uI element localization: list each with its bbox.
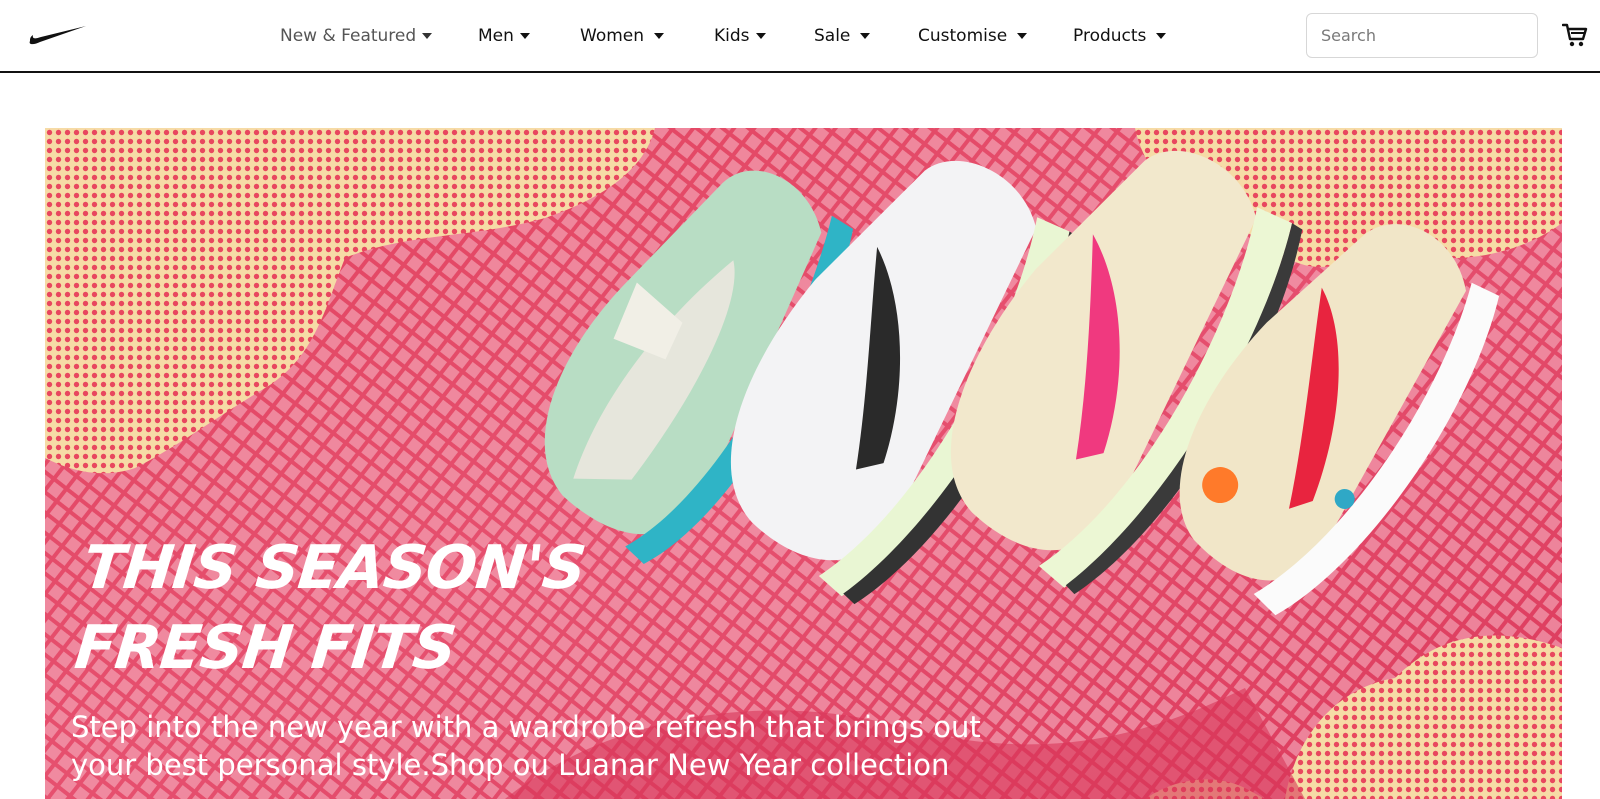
caret-down-icon [1156,33,1167,39]
nav-item-sale[interactable]: Sale [814,24,871,48]
nav-item-label: Customise [918,26,1008,46]
nav-item-label: New & Featured [280,26,417,46]
swoosh-logo-icon[interactable] [28,24,88,46]
caret-down-icon [1017,33,1028,39]
caret-down-icon [519,33,530,39]
nav-item-kids[interactable]: Kids [714,24,766,48]
caret-down-icon [860,33,871,39]
nav-item-label: Men [478,26,514,46]
caret-down-icon [755,33,766,39]
caret-down-icon [654,33,665,39]
nav-item-label: Kids [714,26,750,46]
nav-item-men[interactable]: Men [478,24,530,48]
hero-description: Step into the new year with a wardrobe r… [71,710,981,782]
hero-title: THIS SEASON'S FRESH FITS [71,533,589,683]
nav-item-label: Sale [814,26,851,46]
hero-image [45,128,1562,799]
search-input[interactable] [1306,13,1538,58]
nav-item-label: Women [580,26,645,46]
nav-item-label: Products [1073,26,1147,46]
nav-item-new-featured[interactable]: New & Featured [280,24,433,48]
top-navbar: New & Featured Men Women Kids Sale Custo… [0,0,1600,73]
caret-down-icon [422,33,433,39]
hero-banner[interactable]: THIS SEASON'S FRESH FITS Step into the n… [45,128,1562,799]
nav-item-products[interactable]: Products [1073,24,1167,48]
nav-item-customise[interactable]: Customise [918,24,1028,48]
nav-item-women[interactable]: Women [580,24,665,48]
cart-icon[interactable] [1562,22,1588,48]
